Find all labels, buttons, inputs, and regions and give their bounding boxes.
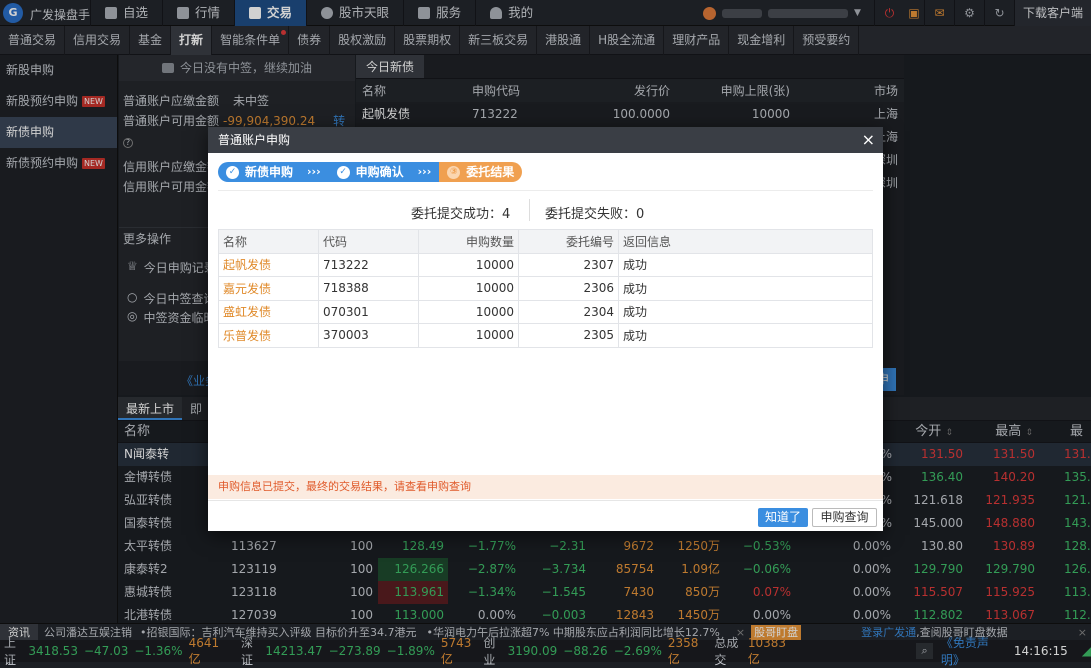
close-icon[interactable]: × — [862, 127, 875, 153]
info-message: 申购信息已提交，最终的交易结果，请查看申购查询 — [208, 475, 883, 499]
result-table: 名称 代码 申购数量 委托编号 返回信息 起帆发债 713222 10000 2307… — [218, 229, 873, 348]
check-icon: ✓ — [336, 165, 350, 179]
table-row[interactable]: 乐普发债 370003 10000 2305 成功 — [218, 323, 873, 348]
success-label: 委托提交成功： — [411, 207, 503, 222]
success-count: 4 — [502, 207, 511, 222]
step-confirm: ✓ 申购确认 ››› — [328, 162, 440, 182]
table-row[interactable]: 盛虹发债 070301 10000 2304 成功 — [218, 299, 873, 324]
subscribe-result-dialog: 普通账户申购 × ✓ 新债申购 ››› ✓ 申购确认 ››› ③ 委托结果 委托提交成功：… — [208, 127, 883, 531]
step-result: ③ 委托结果 — [439, 162, 523, 182]
check-icon: ✓ — [226, 165, 239, 179]
table-row[interactable]: 嘉元发债 718388 10000 2306 成功 — [218, 276, 873, 301]
fail-count: 0 — [636, 207, 645, 222]
fail-label: 委托提交失败： — [545, 207, 637, 222]
ok-button[interactable]: 知道了 — [758, 508, 808, 527]
divider — [529, 199, 530, 221]
step-bond-subscribe: ✓ 新债申购 ››› — [218, 162, 329, 182]
subscribe-query-button[interactable]: 申购查询 — [812, 508, 877, 527]
dialog-header: 普通账户申购 × — [208, 127, 883, 153]
table-header: 名称 代码 申购数量 委托编号 返回信息 — [218, 229, 873, 254]
dialog-title: 普通账户申购 — [218, 133, 291, 147]
step-indicator: ✓ 新债申购 ››› ✓ 申购确认 ››› ③ 委托结果 — [218, 162, 523, 182]
table-row[interactable]: 起帆发债 713222 10000 2307 成功 — [218, 252, 873, 277]
dialog-footer: 知道了 申购查询 — [208, 500, 883, 531]
submit-summary: 委托提交成功：4 委托提交失败：0 — [208, 195, 883, 225]
step-number-icon: ③ — [447, 165, 461, 179]
